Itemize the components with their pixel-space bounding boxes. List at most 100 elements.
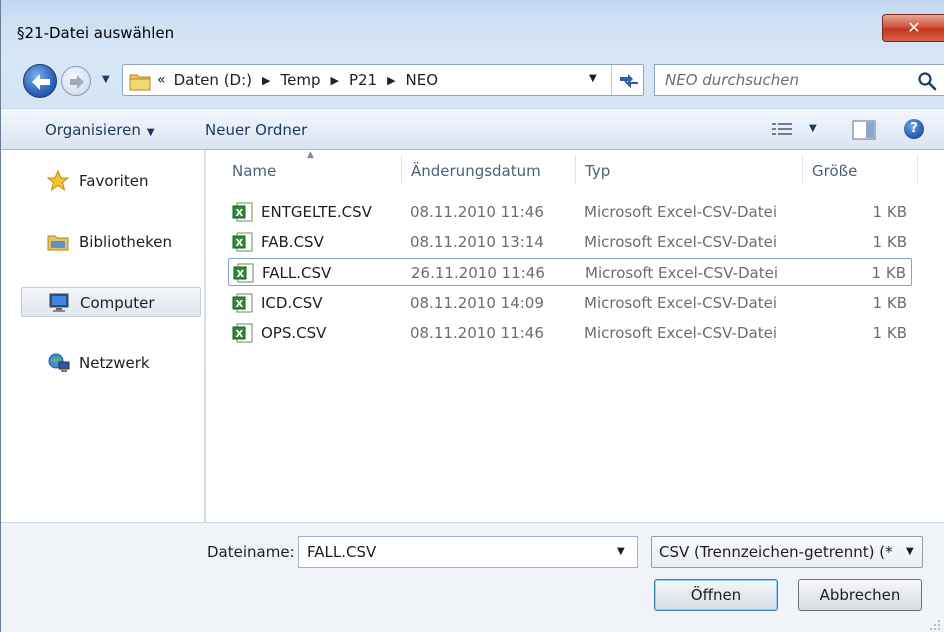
command-bar: Organisieren ▼ Neuer Ordner ▼ ?: [1, 108, 944, 150]
file-name: ENTGELTE.CSV: [261, 203, 372, 221]
column-divider[interactable]: [401, 155, 402, 185]
file-open-dialog: §21-Datei auswählen ✕ ▼ « Daten (D:) ▶ T…: [0, 0, 944, 632]
svg-text:X: X: [236, 208, 244, 219]
file-name: ICD.CSV: [261, 294, 323, 312]
file-date: 08.11.2010 13:14: [410, 233, 544, 251]
chevron-right-icon[interactable]: ▶: [262, 74, 270, 87]
sidebar-item-netzwerk[interactable]: Netzwerk: [21, 348, 201, 378]
file-date: 08.11.2010 11:46: [410, 203, 544, 221]
file-size: 1 KB: [871, 264, 906, 282]
sidebar-item-label: Bibliotheken: [79, 233, 172, 251]
help-icon[interactable]: ?: [904, 119, 924, 139]
sidebar-item-label: Netzwerk: [79, 354, 150, 372]
sidebar-item-label: Favoriten: [79, 172, 149, 190]
file-name: FAB.CSV: [261, 233, 324, 251]
refresh-icon[interactable]: [618, 71, 640, 89]
computer-icon: [49, 293, 69, 312]
file-name: FALL.CSV: [262, 264, 332, 282]
file-date: 26.11.2010 11:46: [411, 264, 545, 282]
search-icon[interactable]: [917, 71, 937, 91]
breadcrumb-temp[interactable]: Temp: [280, 71, 320, 89]
navigation-pane: Favoriten Bibliotheken Computer Netzwerk: [1, 150, 205, 522]
column-divider[interactable]: [802, 155, 803, 185]
file-type: Microsoft Excel-CSV-Datei: [584, 203, 777, 221]
table-row[interactable]: X ICD.CSV 08.11.2010 14:09 Microsoft Exc…: [228, 289, 912, 317]
search-input[interactable]: NEO durchsuchen: [665, 71, 799, 89]
file-type: Microsoft Excel-CSV-Datei: [585, 264, 778, 282]
svg-text:X: X: [236, 329, 244, 340]
breadcrumb-overflow[interactable]: «: [157, 72, 166, 88]
search-box[interactable]: NEO durchsuchen: [654, 64, 944, 96]
column-header-date[interactable]: Änderungsdatum: [411, 162, 541, 180]
table-row[interactable]: X ENTGELTE.CSV 08.11.2010 11:46 Microsof…: [228, 198, 912, 226]
column-divider[interactable]: [575, 155, 576, 185]
recent-pages-dropdown[interactable]: ▼: [102, 74, 116, 86]
address-history-dropdown[interactable]: ▼: [589, 73, 597, 84]
libraries-icon: [47, 235, 69, 251]
window-title: §21-Datei auswählen: [17, 24, 175, 42]
breadcrumb: « Daten (D:) ▶ Temp ▶ P21 ▶ NEO: [157, 71, 438, 89]
column-divider[interactable]: [917, 155, 918, 185]
address-divider: [611, 65, 612, 95]
file-type: Microsoft Excel-CSV-Datei: [584, 233, 777, 251]
back-button[interactable]: [23, 64, 57, 98]
column-header-size[interactable]: Größe: [812, 162, 857, 180]
chevron-right-icon[interactable]: ▶: [387, 74, 395, 87]
arrow-right-icon: [70, 75, 84, 89]
sidebar-item-favoriten[interactable]: Favoriten: [21, 166, 201, 196]
svg-text:X: X: [236, 299, 244, 310]
organize-label: Organisieren: [45, 121, 141, 139]
svg-text:X: X: [236, 238, 244, 249]
file-type: Microsoft Excel-CSV-Datei: [584, 324, 777, 342]
file-date: 08.11.2010 14:09: [410, 294, 544, 312]
arrow-left-icon: [32, 74, 50, 90]
filename-value[interactable]: FALL.CSV: [307, 543, 376, 561]
excel-file-icon: X: [232, 232, 253, 252]
chevron-down-icon[interactable]: ▼: [906, 546, 914, 557]
network-icon: [48, 353, 70, 372]
close-button[interactable]: ✕: [882, 14, 944, 42]
view-list-icon[interactable]: [771, 121, 795, 137]
address-bar[interactable]: « Daten (D:) ▶ Temp ▶ P21 ▶ NEO ▼: [122, 64, 644, 96]
sidebar-item-bibliotheken[interactable]: Bibliotheken: [21, 227, 201, 257]
sidebar-item-computer[interactable]: Computer: [21, 287, 201, 317]
folder-icon: [129, 74, 151, 91]
file-size: 1 KB: [872, 294, 907, 312]
chevron-right-icon[interactable]: ▶: [330, 74, 338, 87]
new-folder-button[interactable]: Neuer Ordner: [205, 121, 307, 139]
chevron-down-icon: ▼: [146, 127, 155, 138]
open-button[interactable]: Öffnen: [654, 579, 778, 611]
filename-label: Dateiname:: [207, 543, 295, 561]
preview-pane-icon[interactable]: [852, 120, 876, 140]
table-row[interactable]: X FAB.CSV 08.11.2010 13:14 Microsoft Exc…: [228, 228, 912, 256]
forward-button[interactable]: [61, 66, 91, 96]
sidebar-item-label: Computer: [80, 294, 155, 312]
file-size: 1 KB: [872, 233, 907, 251]
view-options-dropdown[interactable]: ▼: [809, 123, 817, 134]
excel-file-icon: X: [232, 323, 253, 343]
excel-file-icon: X: [232, 202, 253, 222]
dialog-footer: Dateiname: FALL.CSV ▼ CSV (Trennzeichen-…: [1, 522, 944, 632]
table-row[interactable]: X OPS.CSV 08.11.2010 11:46 Microsoft Exc…: [228, 319, 912, 347]
column-header-type[interactable]: Typ: [585, 162, 610, 180]
svg-text:X: X: [237, 269, 245, 280]
breadcrumb-drive[interactable]: Daten (D:): [174, 71, 252, 89]
breadcrumb-p21[interactable]: P21: [349, 71, 377, 89]
file-type: Microsoft Excel-CSV-Datei: [584, 294, 777, 312]
file-type-filter[interactable]: CSV (Trennzeichen-getrennt) (* ▼: [651, 536, 923, 568]
filename-field[interactable]: FALL.CSV ▼: [298, 536, 638, 568]
star-icon: [47, 170, 69, 192]
breadcrumb-neo[interactable]: NEO: [406, 71, 439, 89]
chevron-down-icon[interactable]: ▼: [617, 546, 625, 557]
cancel-button[interactable]: Abbrechen: [798, 579, 922, 611]
file-name: OPS.CSV: [261, 324, 327, 342]
excel-file-icon: X: [233, 263, 254, 283]
title-bar[interactable]: §21-Datei auswählen ✕: [1, 0, 944, 58]
file-size: 1 KB: [872, 324, 907, 342]
resize-grip-icon[interactable]: [929, 619, 941, 631]
organize-button[interactable]: Organisieren ▼: [45, 121, 155, 139]
file-type-filter-value: CSV (Trennzeichen-getrennt) (*: [659, 543, 893, 561]
column-header-name[interactable]: Name: [232, 162, 276, 180]
table-row-selected[interactable]: X FALL.CSV 26.11.2010 11:46 Microsoft Ex…: [228, 258, 912, 286]
sort-ascending-icon: ▲: [307, 150, 314, 160]
